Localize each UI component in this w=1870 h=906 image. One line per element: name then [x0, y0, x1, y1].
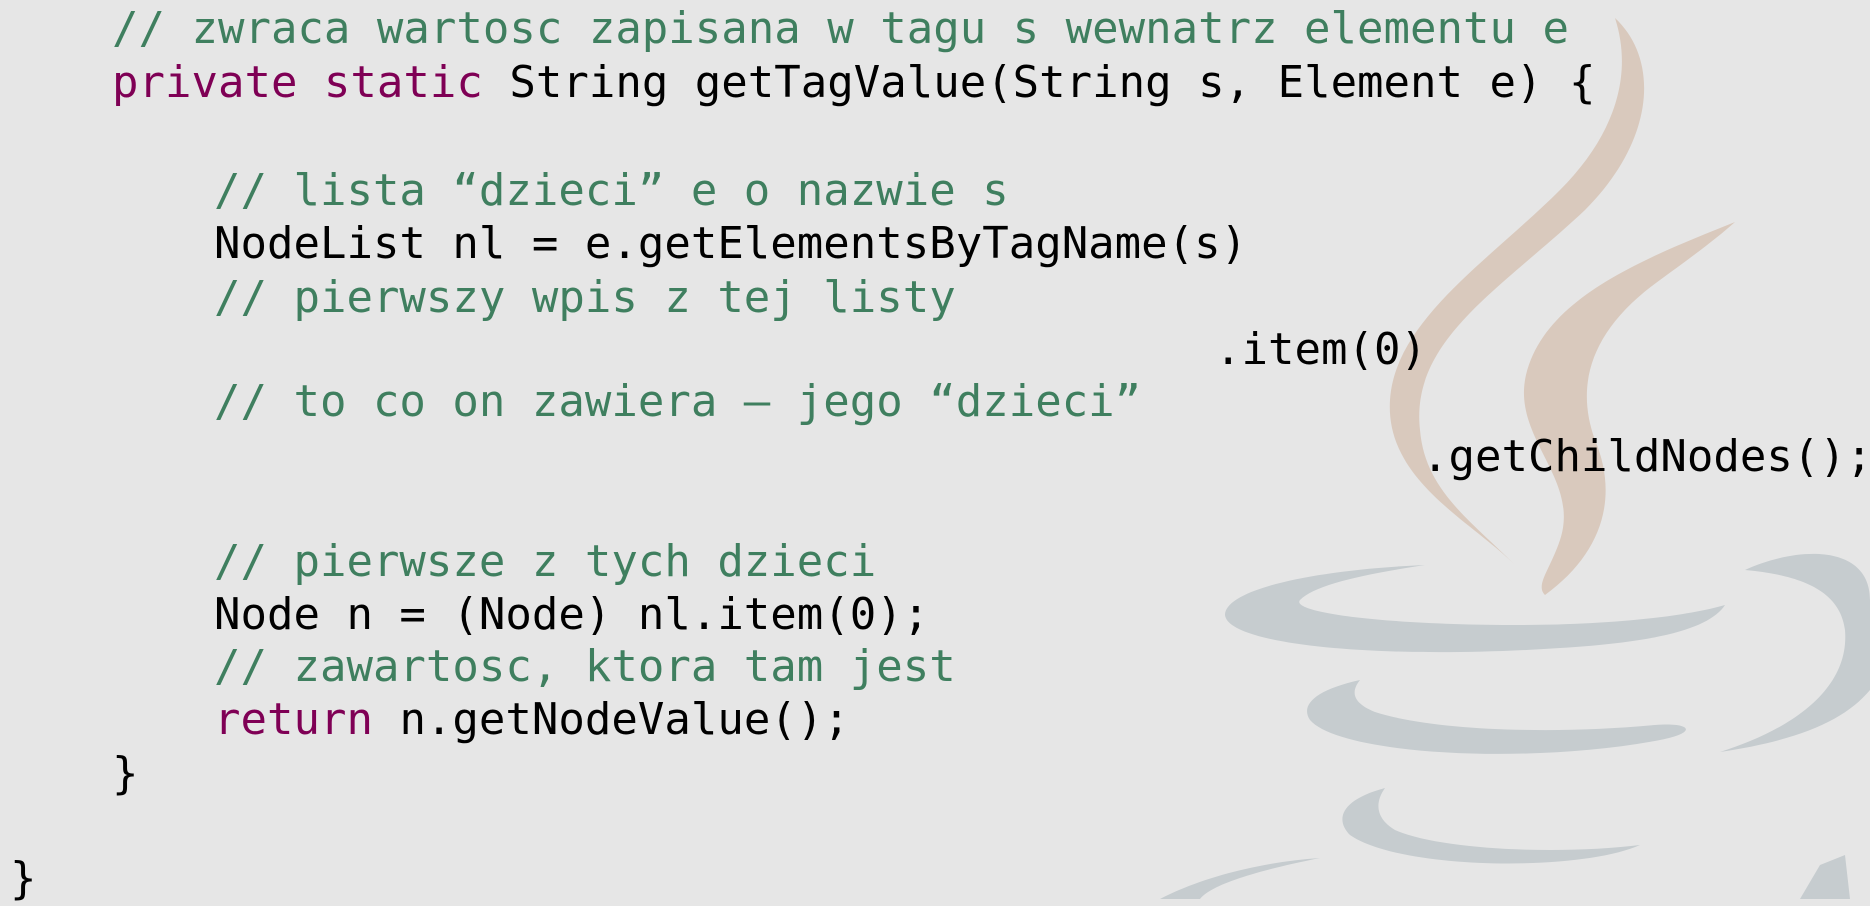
keyword-return: return	[214, 694, 373, 745]
return-expression: n.getNodeValue();	[372, 694, 850, 745]
logo-handle	[1720, 553, 1870, 752]
code-line-comment-1: // zwraca wartosc zapisana w tagu s wewn…	[112, 3, 1569, 54]
logo-ring-3	[1342, 788, 1640, 864]
code-line-item: .item(0)	[1215, 324, 1427, 375]
class-closing-brace: }	[10, 853, 37, 904]
code-line-comment-4: // to co on zawiera – jego “dzieci”	[214, 376, 1142, 427]
code-line-comment-5: // pierwsze z tych dzieci	[214, 536, 877, 587]
logo-ring-1	[1225, 565, 1725, 653]
keyword-private-static: private static	[112, 57, 483, 108]
logo-steam-right	[1523, 222, 1735, 595]
code-line-comment-3: // pierwszy wpis z tej listy	[214, 272, 956, 323]
method-closing-brace: }	[112, 748, 139, 799]
logo-bottom-right	[1800, 855, 1850, 899]
code-line-return: return n.getNodeValue();	[214, 693, 850, 747]
logo-ring-2	[1307, 680, 1686, 754]
code-line-comment-6: // zawartosc, ktora tam jest	[214, 641, 956, 692]
method-signature-text: String getTagValue(String s, Element e) …	[482, 57, 1596, 108]
code-line-comment-2: // lista “dzieci” e o nazwie s	[214, 165, 1009, 216]
code-line-node: Node n = (Node) nl.item(0);	[214, 589, 930, 640]
logo-bottom-sweep	[1160, 858, 1320, 899]
code-line-getchildnodes: .getChildNodes();	[1422, 431, 1870, 482]
code-line-nodelist: NodeList nl = e.getElementsByTagName(s)	[214, 218, 1248, 269]
code-line-method-signature: private static String getTagValue(String…	[112, 56, 1595, 110]
